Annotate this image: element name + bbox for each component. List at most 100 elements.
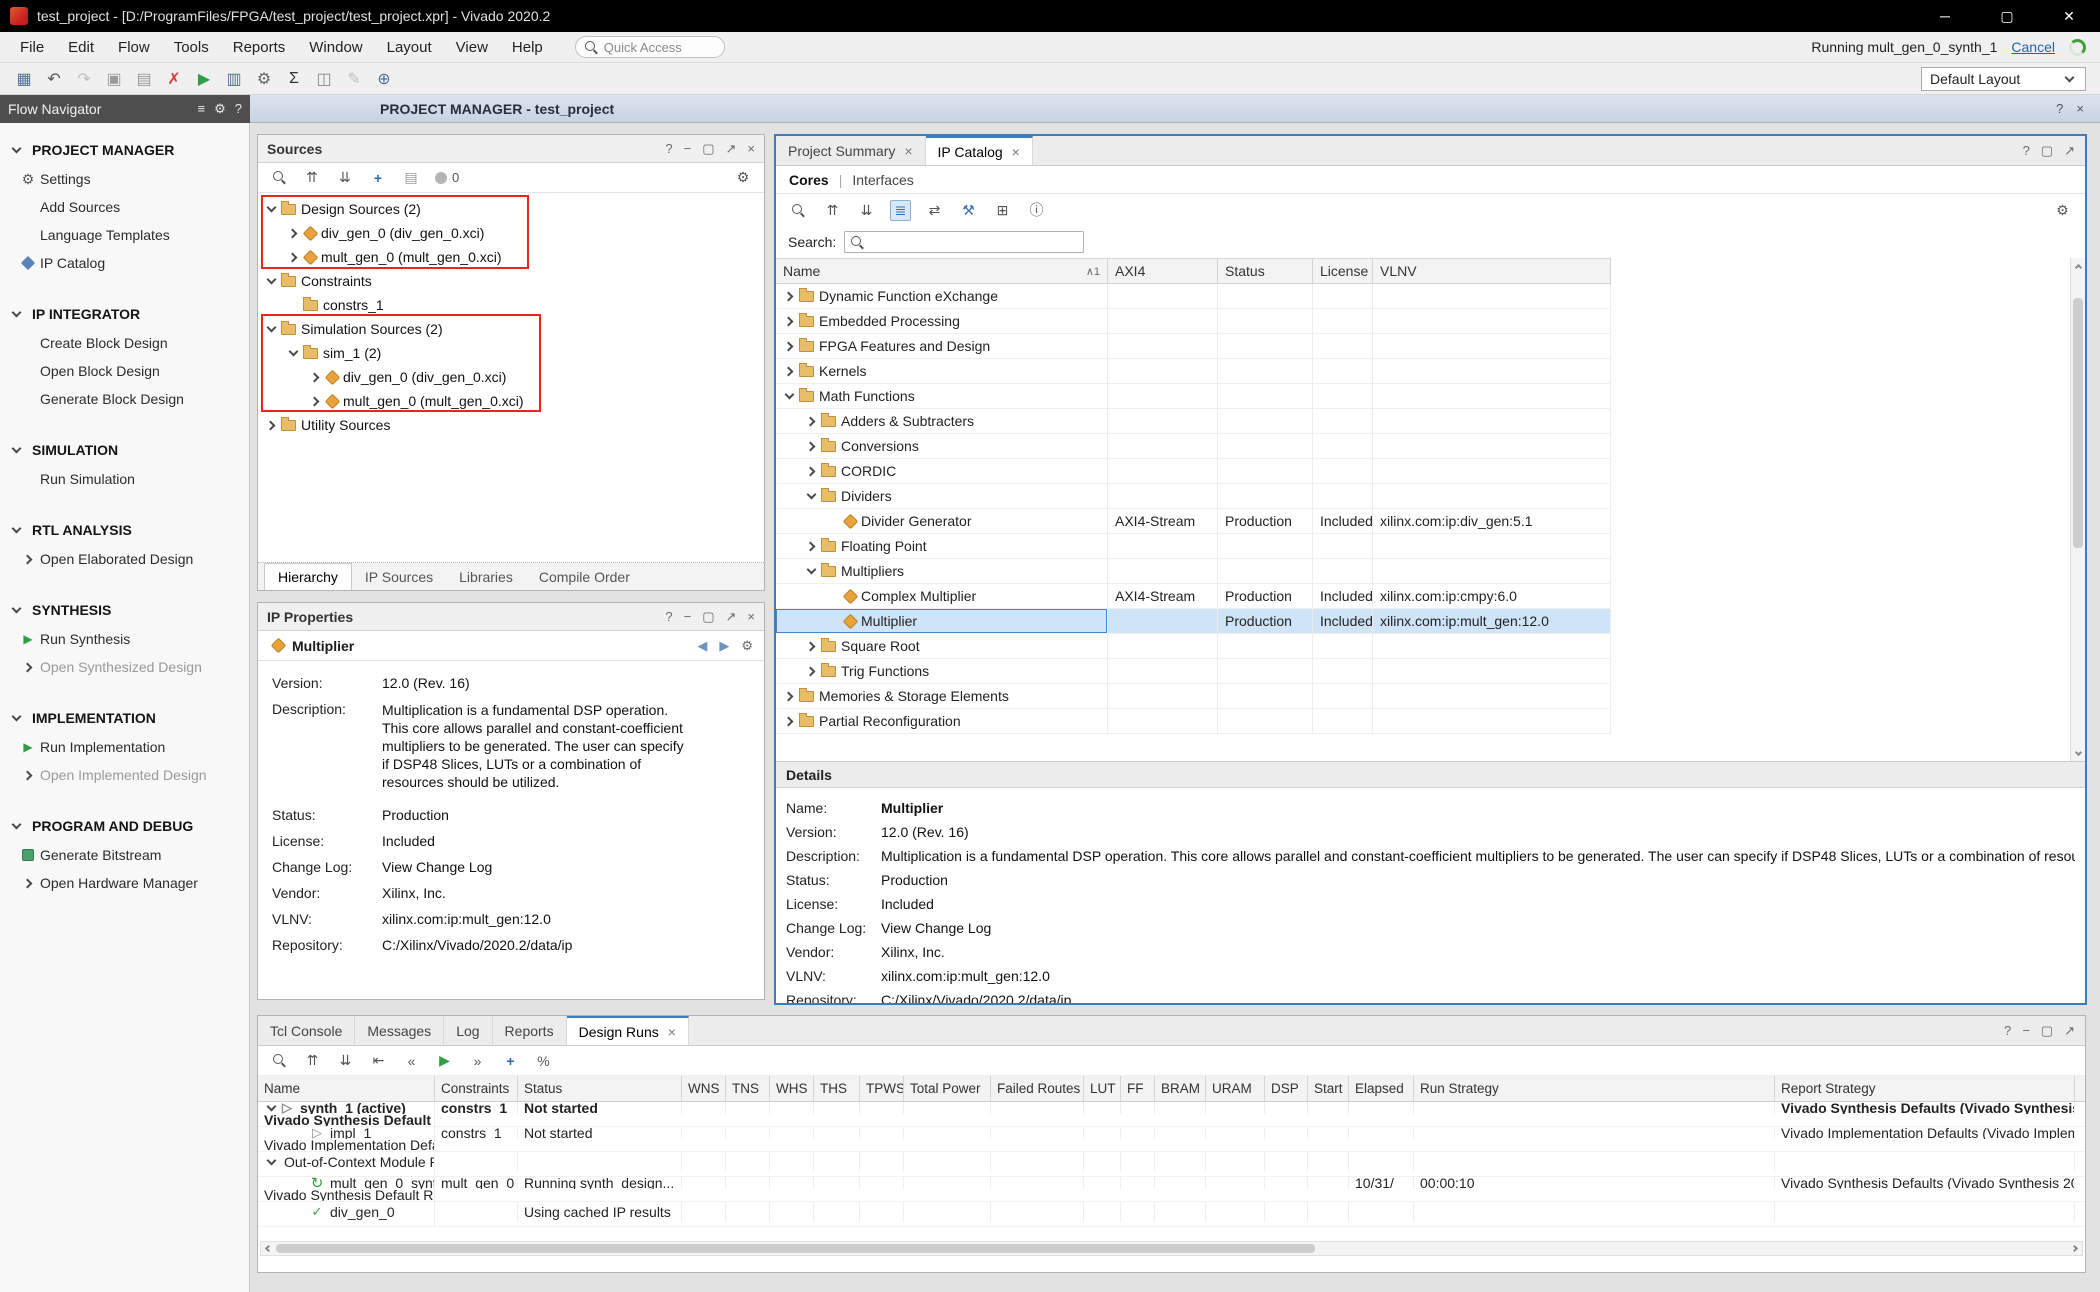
column-header-name[interactable]: Name∧1 xyxy=(776,259,1108,283)
sum-icon[interactable]: Σ xyxy=(282,67,306,91)
flow-nav-item-generate-block-design[interactable]: Generate Block Design xyxy=(0,385,249,413)
float-icon[interactable]: ▢ xyxy=(2041,1023,2053,1039)
column-header-axi4[interactable]: AXI4 xyxy=(1108,259,1218,283)
tab-tcl-console[interactable]: Tcl Console xyxy=(258,1016,355,1045)
chevron-right-icon[interactable] xyxy=(782,314,797,329)
info-icon[interactable]: ⓘ xyxy=(1026,200,1047,221)
chevron-down-icon[interactable] xyxy=(264,1102,279,1114)
menu-tools[interactable]: Tools xyxy=(162,35,221,60)
expand-all-icon[interactable]: ⇊ xyxy=(856,200,877,221)
column-header-vlnv[interactable]: VLNV xyxy=(1373,259,1611,283)
link-view-change-log[interactable]: View Change Log xyxy=(881,920,991,936)
source-tree-item-constraints[interactable]: Constraints xyxy=(258,269,764,293)
source-tree-item-constrs-1[interactable]: constrs_1 xyxy=(258,293,764,317)
column-header-whs[interactable]: WHS xyxy=(770,1076,814,1101)
design-run-row-out-of-context-module-runs[interactable]: Out-of-Context Module Runs xyxy=(258,1152,2085,1177)
flow-nav-item-settings[interactable]: ⚙Settings xyxy=(0,165,249,193)
customize-ip-icon[interactable]: ⚒ xyxy=(958,200,979,221)
chevron-down-icon[interactable] xyxy=(782,389,797,404)
help-icon[interactable]: ? xyxy=(235,101,242,117)
flow-nav-item-run-simulation[interactable]: Run Simulation xyxy=(0,465,249,493)
menu-layout[interactable]: Layout xyxy=(375,35,444,60)
probe-icon[interactable]: ⊕ xyxy=(372,67,396,91)
column-header-ff[interactable]: FF xyxy=(1121,1076,1155,1101)
column-header-failed-routes[interactable]: Failed Routes xyxy=(991,1076,1084,1101)
help-icon[interactable]: ? xyxy=(665,141,672,157)
chevron-right-icon[interactable] xyxy=(804,639,819,654)
expand-all-icon[interactable]: ⇊ xyxy=(336,1051,355,1070)
flow-nav-section-header-synthesis[interactable]: SYNTHESIS xyxy=(0,595,249,625)
catalog-row-dynamic-function-exchange[interactable]: Dynamic Function eXchange xyxy=(776,284,1611,309)
column-header-status[interactable]: Status xyxy=(1218,259,1313,283)
forward-icon[interactable]: ▶ xyxy=(719,638,729,654)
collapse-all-icon[interactable]: ⇈ xyxy=(303,169,321,187)
close-icon[interactable]: × xyxy=(747,141,755,157)
back-icon[interactable]: ◀ xyxy=(697,638,707,654)
ip-catalog-search-input[interactable] xyxy=(844,231,1084,253)
minimize-button[interactable]: ─ xyxy=(1914,0,1976,32)
help-icon[interactable]: ? xyxy=(2004,1023,2011,1038)
help-icon[interactable]: ? xyxy=(665,609,672,625)
column-header-elapsed[interactable]: Elapsed xyxy=(1349,1076,1414,1101)
column-header-license[interactable]: License xyxy=(1313,259,1373,283)
source-tree-item-mult-gen-0[interactable]: mult_gen_0 (mult_gen_0.xci) xyxy=(258,389,764,413)
flow-nav-item-open-implemented-design[interactable]: Open Implemented Design xyxy=(0,761,249,789)
gear-icon[interactable]: ⚙ xyxy=(214,101,226,117)
scrollbar-thumb[interactable] xyxy=(276,1244,1315,1253)
ip-properties-header[interactable]: IP Properties ?−▢↗× xyxy=(258,603,764,631)
chevron-right-icon[interactable] xyxy=(782,689,797,704)
column-header-constraints[interactable]: Constraints xyxy=(435,1076,518,1101)
search-icon[interactable] xyxy=(270,1051,289,1070)
chevron-right-icon[interactable] xyxy=(804,539,819,554)
search-icon[interactable] xyxy=(270,169,288,187)
maximize-icon[interactable]: ↗ xyxy=(726,141,737,157)
ip-catalog-settings-gear-icon[interactable]: ⚙ xyxy=(2052,200,2073,221)
column-header-total-power[interactable]: Total Power xyxy=(904,1076,991,1101)
source-tree-item-simulation-sources[interactable]: Simulation Sources (2) xyxy=(258,317,764,341)
design-run-row-synth-1-active[interactable]: ▷synth_1 (active)constrs_1Not startedViv… xyxy=(258,1102,2085,1127)
chevron-right-icon[interactable] xyxy=(782,339,797,354)
flow-nav-item-open-synthesized-design[interactable]: Open Synthesized Design xyxy=(0,653,249,681)
create-run-icon[interactable]: + xyxy=(501,1051,520,1070)
sources-settings-gear-icon[interactable]: ⚙ xyxy=(734,169,752,187)
run-icon[interactable]: ▶ xyxy=(192,67,216,91)
chevron-right-icon[interactable] xyxy=(804,664,819,679)
help-icon[interactable]: ? xyxy=(2056,101,2063,116)
add-sources-icon[interactable]: + xyxy=(369,169,387,187)
chevron-right-icon[interactable] xyxy=(286,250,301,265)
scroll-up-icon[interactable] xyxy=(2071,258,2085,273)
catalog-row-dividers[interactable]: Dividers xyxy=(776,484,1611,509)
chevron-down-icon[interactable] xyxy=(9,523,24,538)
catalog-row-floating-point[interactable]: Floating Point xyxy=(776,534,1611,559)
redo-icon[interactable]: ↷ xyxy=(72,67,96,91)
column-header-status[interactable]: Status xyxy=(518,1076,682,1101)
catalog-row-cordic[interactable]: CORDIC xyxy=(776,459,1611,484)
reset-runs-icon[interactable]: ⇤ xyxy=(369,1051,388,1070)
subtab-interfaces[interactable]: Interfaces xyxy=(852,172,913,188)
source-tree-item-design-sources[interactable]: Design Sources (2) xyxy=(258,197,764,221)
close-icon[interactable]: × xyxy=(2076,101,2084,116)
step-forward-icon[interactable]: » xyxy=(468,1051,487,1070)
design-run-row-div-gen-0[interactable]: ✓div_gen_0Using cached IP results xyxy=(258,1202,2085,1227)
menu-icon[interactable]: ≡ xyxy=(198,101,206,117)
undo-icon[interactable]: ↶ xyxy=(42,67,66,91)
column-header-dsp[interactable]: DSP xyxy=(1265,1076,1308,1101)
chevron-down-icon[interactable] xyxy=(804,489,819,504)
link-production[interactable]: Production xyxy=(382,807,449,823)
column-header-name[interactable]: Name xyxy=(258,1076,435,1101)
chevron-down-icon[interactable] xyxy=(264,202,279,217)
settings-gear-icon[interactable]: ⚙ xyxy=(252,67,276,91)
catalog-row-multipliers[interactable]: Multipliers xyxy=(776,559,1611,584)
flow-nav-section-header-rtl-analysis[interactable]: RTL ANALYSIS xyxy=(0,515,249,545)
chevron-right-icon[interactable] xyxy=(264,418,279,433)
tab-project-summary[interactable]: Project Summary× xyxy=(776,136,926,165)
catalog-row-embedded-processing[interactable]: Embedded Processing xyxy=(776,309,1611,334)
column-header-start[interactable]: Start xyxy=(1308,1076,1349,1101)
tab-log[interactable]: Log xyxy=(444,1016,492,1045)
column-header-tns[interactable]: TNS xyxy=(726,1076,770,1101)
close-tab-icon[interactable]: × xyxy=(904,143,912,159)
scroll-left-icon[interactable] xyxy=(261,1246,276,1251)
minimize-icon[interactable]: − xyxy=(2022,1023,2030,1038)
horizontal-scrollbar[interactable] xyxy=(260,1241,2083,1256)
chevron-down-icon[interactable] xyxy=(9,711,24,726)
